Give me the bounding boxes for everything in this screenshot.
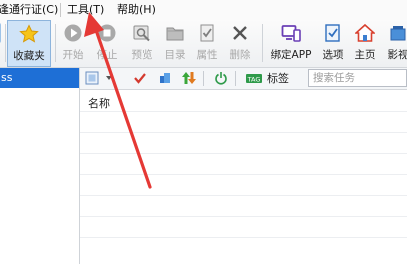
properties-label: 属性 (196, 49, 218, 61)
task-search-input[interactable] (308, 69, 407, 87)
bind-app-button[interactable]: 绑定APP (266, 20, 316, 67)
tag-label[interactable]: 标签 (267, 68, 289, 89)
favorites-label: 收藏夹 (13, 50, 45, 62)
dropdown-icon[interactable] (102, 71, 116, 85)
delete-icon (233, 26, 247, 40)
task-toolbar: TAG 标签 (80, 68, 407, 90)
category-icon[interactable] (158, 71, 172, 85)
properties-icon (200, 24, 214, 42)
start-button[interactable]: 开始 (59, 20, 87, 67)
stop-icon (98, 24, 116, 42)
task-list: 名称 (80, 90, 407, 264)
options-icon (325, 24, 340, 42)
menu-separator (60, 3, 61, 17)
column-header-name[interactable]: 名称 (88, 95, 110, 111)
menu-help[interactable]: 帮助(H) (117, 0, 156, 20)
stop-button[interactable]: 停止 (92, 20, 122, 67)
toolbar-separator (203, 71, 204, 86)
menu-passport[interactable]: 逢通行证(C) (0, 0, 58, 20)
play-icon (64, 24, 82, 42)
sort-arrows-icon[interactable] (182, 71, 196, 85)
stop-label: 停止 (96, 49, 118, 61)
delete-button[interactable]: 删除 (225, 20, 255, 67)
preview-button[interactable]: 预览 (127, 20, 157, 67)
select-all-icon[interactable] (85, 71, 99, 85)
properties-button[interactable]: 属性 (192, 20, 222, 67)
start-label: 开始 (62, 49, 84, 61)
row-divider (80, 174, 407, 175)
menu-bar: 逢通行证(C) 工具(T) 帮助(H) (0, 0, 407, 20)
film-icon (390, 26, 406, 41)
toolbar-separator (262, 24, 263, 62)
options-label: 选项 (322, 49, 344, 61)
category-item-selected[interactable]: ss (0, 68, 79, 88)
preview-icon (133, 25, 150, 42)
row-divider (80, 132, 407, 133)
row-divider (80, 111, 407, 112)
power-icon[interactable] (214, 71, 228, 85)
directory-label: 目录 (164, 49, 186, 61)
category-panel: ss (0, 68, 80, 264)
bind-app-label: 绑定APP (270, 49, 312, 61)
home-icon (355, 23, 375, 42)
star-icon (19, 24, 39, 43)
tag-icon: TAG (246, 74, 262, 84)
row-divider (80, 153, 407, 154)
film-label: 影视 (387, 49, 407, 61)
toolbar-separator (55, 24, 56, 62)
folder-icon (166, 27, 184, 41)
row-divider (80, 195, 407, 196)
home-button[interactable]: 主页 (350, 20, 380, 67)
favorites-button[interactable]: 收藏夹 (7, 20, 51, 67)
toolbar-separator (235, 71, 236, 86)
options-button[interactable]: 选项 (318, 20, 348, 67)
home-label: 主页 (354, 49, 376, 61)
preview-label: 预览 (131, 49, 153, 61)
main-toolbar: 收藏夹 开始 停止 预览 目录 属性 删除 绑定APP 选项 主页 影视 (0, 20, 407, 68)
toolbar-button-partial[interactable] (0, 20, 4, 67)
checkmark-icon[interactable] (133, 71, 147, 85)
svg-text:TAG: TAG (247, 76, 261, 84)
partial-icon (0, 23, 1, 43)
menu-tools[interactable]: 工具(T) (67, 0, 104, 20)
film-button[interactable]: 影视 (383, 20, 407, 67)
directory-button[interactable]: 目录 (160, 20, 190, 67)
row-divider (80, 216, 407, 217)
delete-label: 删除 (229, 49, 251, 61)
row-divider (80, 237, 407, 238)
toolbar-separator (5, 24, 6, 62)
bind-app-icon (281, 25, 301, 42)
